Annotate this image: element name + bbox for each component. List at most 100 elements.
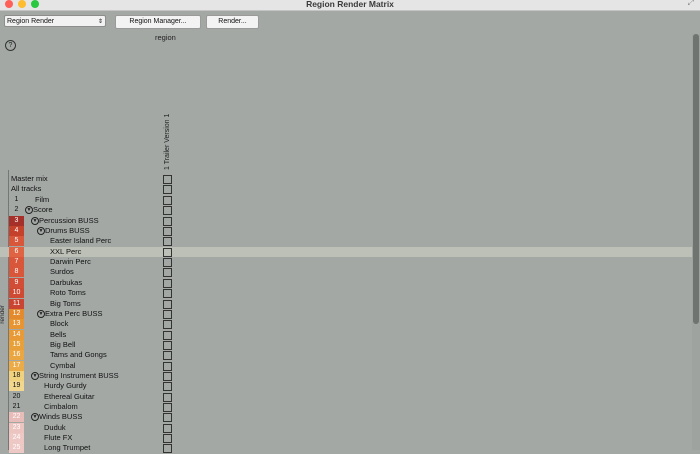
track-name: Drums BUSS	[45, 226, 90, 236]
track-number: 4	[9, 226, 24, 237]
track-name: Duduk	[44, 422, 66, 432]
render-matrix-checkbox[interactable]	[163, 371, 172, 381]
render-matrix-checkbox[interactable]	[163, 206, 172, 216]
folder-collapse-icon[interactable]: ▼	[25, 206, 33, 215]
folder-collapse-icon[interactable]: ▼	[31, 413, 39, 422]
track-row[interactable]: 7 Darwin Perc	[0, 257, 700, 268]
render-matrix-checkbox[interactable]	[163, 320, 172, 330]
render-button[interactable]: Render...	[206, 15, 259, 29]
track-number: 11	[9, 298, 24, 309]
track-number: 8	[9, 267, 24, 278]
render-matrix-checkbox[interactable]	[163, 309, 172, 319]
track-number: 12	[9, 308, 24, 319]
track-number: 13	[9, 319, 24, 330]
track-name: String Instrument BUSS	[39, 370, 119, 380]
region-column-label: 1 Trailer Version 1	[164, 113, 171, 170]
render-matrix-checkbox[interactable]	[163, 392, 172, 402]
track-row[interactable]: 9 Darbukas	[0, 277, 700, 288]
track-row[interactable]: 2 ▼ Score	[0, 205, 700, 216]
track-name: Cimbalom	[44, 402, 78, 411]
track-number: 16	[9, 350, 24, 361]
render-matrix-checkbox[interactable]	[163, 434, 172, 444]
track-row[interactable]: 21 Cimbalom	[0, 402, 700, 412]
scrollbar-thumb[interactable]	[693, 34, 699, 324]
track-row[interactable]: 15 Big Bell	[0, 339, 700, 350]
render-matrix-checkbox[interactable]	[163, 403, 172, 412]
render-matrix-checkbox[interactable]	[163, 227, 172, 237]
track-row[interactable]: 20 Ethereal Guitar	[0, 392, 700, 402]
track-row[interactable]: 3 ▼ Percussion BUSS	[0, 215, 700, 226]
track-number: 2	[14, 206, 19, 214]
track-row[interactable]: 14 Bells	[0, 329, 700, 340]
region-manager-button[interactable]: Region Manager...	[115, 15, 201, 29]
render-matrix-checkbox[interactable]	[163, 382, 172, 392]
track-row[interactable]: 12 ▼ Extra Perc BUSS	[0, 308, 700, 319]
track-row[interactable]: 22 ▼ Winds BUSS	[0, 412, 700, 423]
track-name: Bells	[50, 329, 67, 339]
track-name: XXL Perc	[50, 246, 82, 256]
track-number: 20	[12, 392, 21, 400]
track-number: 10	[9, 288, 24, 299]
track-name: Film	[35, 195, 50, 204]
track-name: Flute FX	[44, 433, 73, 443]
render-matrix-checkbox[interactable]	[163, 330, 172, 340]
track-number: 6	[9, 246, 24, 257]
render-mode-value: Region Render	[7, 18, 55, 25]
track-number: 9	[9, 277, 24, 288]
master-mix-checkbox[interactable]	[163, 175, 172, 184]
render-matrix-checkbox[interactable]	[163, 361, 172, 371]
track-row[interactable]: 5 Easter Island Perc	[0, 236, 700, 247]
track-name: Long Trumpet	[44, 443, 91, 453]
render-matrix-checkbox[interactable]	[163, 299, 172, 309]
render-matrix-checkbox[interactable]	[163, 289, 172, 299]
all-tracks-checkbox[interactable]	[163, 185, 172, 194]
track-row[interactable]: 18 ▼ String Instrument BUSS	[0, 370, 700, 381]
track-number: 19	[9, 381, 24, 392]
track-row[interactable]: 16 Tams and Gongs	[0, 350, 700, 361]
render-matrix-checkbox[interactable]	[163, 268, 172, 278]
render-matrix-checkbox[interactable]	[163, 278, 172, 288]
track-number: 3	[9, 215, 24, 226]
master-mix-label: Master mix	[11, 174, 48, 183]
help-icon[interactable]: ?	[5, 40, 16, 51]
track-row[interactable]: 17 Cymbal	[0, 360, 700, 371]
render-matrix-checkbox[interactable]	[163, 237, 172, 247]
track-name: Ethereal Guitar	[44, 391, 95, 401]
render-matrix-checkbox[interactable]	[163, 444, 172, 454]
track-row[interactable]: 19 Hurdy Gurdy	[0, 381, 700, 392]
track-row[interactable]: 8 Surdos	[0, 267, 700, 278]
render-matrix-checkbox[interactable]	[163, 247, 172, 257]
folder-collapse-icon[interactable]: ▼	[31, 371, 39, 380]
track-row[interactable]: 6 XXL Perc	[0, 246, 700, 258]
track-row[interactable]: 13 Block	[0, 319, 700, 330]
track-number: 22	[9, 412, 24, 423]
window-title: Region Render Matrix	[306, 0, 394, 9]
track-row[interactable]: 11 Big Toms	[0, 298, 700, 309]
vertical-scrollbar[interactable]	[692, 34, 700, 450]
chevron-updown-icon: ⇕	[97, 19, 103, 25]
track-number: 1	[14, 196, 19, 203]
track-number: 18	[9, 370, 24, 381]
render-matrix-checkbox[interactable]	[163, 196, 172, 205]
render-matrix-checkbox[interactable]	[163, 413, 172, 423]
track-name: Tams and Gongs	[50, 350, 107, 360]
render-matrix-checkbox[interactable]	[163, 258, 172, 268]
render-matrix-checkbox[interactable]	[163, 351, 172, 361]
track-name: Easter Island Perc	[50, 236, 112, 246]
folder-collapse-icon[interactable]: ▼	[37, 309, 45, 318]
track-row[interactable]: 1 Film	[0, 195, 700, 205]
track-name: Percussion BUSS	[39, 215, 99, 225]
track-row[interactable]: 24 Flute FX	[0, 433, 700, 444]
track-row[interactable]: 25 Long Trumpet	[0, 443, 700, 454]
track-row[interactable]: 4 ▼ Drums BUSS	[0, 226, 700, 237]
track-name: Surdos	[50, 267, 74, 277]
folder-collapse-icon[interactable]: ▼	[31, 216, 39, 225]
track-row[interactable]: 10 Roto Toms	[0, 288, 700, 299]
render-mode-dropdown[interactable]: Region Render ⇕	[4, 15, 106, 27]
track-row[interactable]: 23 Duduk	[0, 422, 700, 433]
render-matrix-checkbox[interactable]	[163, 423, 172, 433]
render-matrix-checkbox[interactable]	[163, 216, 172, 226]
folder-collapse-icon[interactable]: ▼	[37, 227, 45, 236]
render-matrix-checkbox[interactable]	[163, 340, 172, 350]
track-name: Darwin Perc	[50, 257, 91, 267]
